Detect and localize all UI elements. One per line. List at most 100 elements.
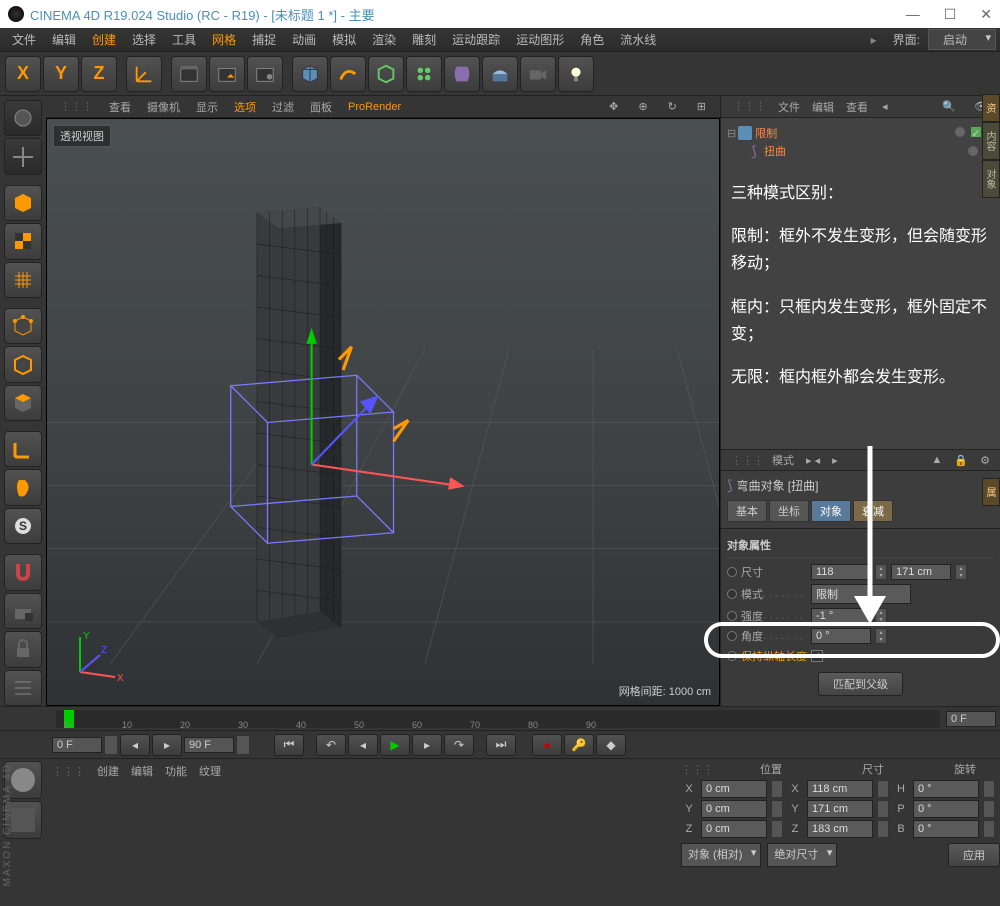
coord-menu-create[interactable]: 创建: [97, 763, 119, 779]
play-button[interactable]: ▶: [380, 734, 410, 756]
search-icon[interactable]: 🔍: [936, 100, 962, 113]
menu-file[interactable]: 文件: [4, 31, 44, 48]
close-button[interactable]: ✕: [980, 6, 992, 23]
coord-menu-func[interactable]: 功能: [165, 763, 187, 779]
workplane-lock-button[interactable]: [4, 593, 42, 629]
prev-frame-button[interactable]: ◂: [348, 734, 378, 756]
spinner[interactable]: [983, 800, 995, 818]
render-region-button[interactable]: [209, 56, 245, 92]
spinner[interactable]: [983, 820, 995, 838]
om-menu-more[interactable]: ◂: [876, 100, 894, 113]
layout-dropdown[interactable]: 启动: [928, 29, 996, 50]
fit-parent-button[interactable]: 匹配到父级: [818, 672, 903, 696]
vtab-4[interactable]: 属: [982, 478, 1000, 506]
size-field[interactable]: [807, 800, 873, 818]
tab-falloff[interactable]: 衰减: [853, 500, 893, 522]
spinner[interactable]: [771, 820, 783, 838]
array-button[interactable]: [406, 56, 442, 92]
viewport[interactable]: 透视视图: [46, 118, 720, 706]
point-mode-button[interactable]: [4, 308, 42, 344]
generator-button[interactable]: [368, 56, 404, 92]
spinner[interactable]: [877, 800, 889, 818]
om-menu-view[interactable]: 查看: [840, 99, 874, 115]
spinner[interactable]: [236, 735, 250, 755]
spinner[interactable]: [771, 800, 783, 818]
spinner[interactable]: ▴▾: [955, 564, 967, 580]
spinner[interactable]: [877, 820, 889, 838]
tab-basic[interactable]: 基本: [727, 500, 767, 522]
size-field[interactable]: [807, 820, 873, 838]
radio-icon[interactable]: [727, 631, 737, 641]
spinner[interactable]: ▴▾: [875, 608, 887, 624]
size-x-field[interactable]: [811, 564, 871, 580]
render-settings-button[interactable]: [247, 56, 283, 92]
vp-menu-options[interactable]: 选项: [226, 99, 264, 115]
menu-sculpt[interactable]: 雕刻: [404, 31, 444, 48]
record-button[interactable]: ●: [532, 734, 562, 756]
expand-icon[interactable]: ⊟: [727, 127, 736, 140]
render-flag[interactable]: ✓: [971, 127, 981, 137]
menu-mograph[interactable]: 运动图形: [508, 31, 572, 48]
step-back-button[interactable]: ↶: [316, 734, 346, 756]
spinner[interactable]: [771, 780, 783, 798]
menu-render[interactable]: 渲染: [364, 31, 404, 48]
grid-snap-button[interactable]: [4, 670, 42, 706]
goto-end-button[interactable]: ⏭: [486, 734, 516, 756]
poly-mode-button[interactable]: [4, 385, 42, 421]
vp-menu-camera[interactable]: 摄像机: [139, 99, 188, 115]
coord-mode1-select[interactable]: 对象 (相对): [681, 843, 761, 867]
pos-field[interactable]: [701, 800, 767, 818]
strength-field[interactable]: [811, 608, 871, 624]
deformer-button[interactable]: [444, 56, 480, 92]
snap-button[interactable]: S: [4, 508, 42, 544]
tab-coord[interactable]: 坐标: [769, 500, 809, 522]
spinner[interactable]: [104, 735, 118, 755]
attr-nav-back[interactable]: ▸ ◂: [802, 454, 824, 467]
rot-field[interactable]: [913, 800, 979, 818]
goto-start-button[interactable]: ⏮: [274, 734, 304, 756]
maximize-button[interactable]: ☐: [944, 6, 957, 23]
move-tool-button[interactable]: [4, 138, 42, 174]
live-select-button[interactable]: [4, 100, 42, 136]
menu-character[interactable]: 角色: [572, 31, 612, 48]
size-y-field[interactable]: [891, 564, 951, 580]
vp-layout-icon[interactable]: ⊞: [689, 100, 714, 113]
step-fwd-button[interactable]: ↷: [444, 734, 474, 756]
menu-pipeline[interactable]: 流水线: [612, 31, 664, 48]
edge-mode-button[interactable]: [4, 346, 42, 382]
keep-checkbox[interactable]: [811, 650, 823, 662]
spinner[interactable]: ▴▾: [875, 628, 887, 644]
coord-system-button[interactable]: [126, 56, 162, 92]
minimize-button[interactable]: —: [906, 6, 920, 23]
apply-button[interactable]: 应用: [948, 843, 1000, 867]
menu-tracker[interactable]: 运动跟踪: [444, 31, 508, 48]
spinner[interactable]: [877, 780, 889, 798]
size-field[interactable]: [807, 780, 873, 798]
magnet-button[interactable]: [4, 554, 42, 590]
menu-mesh[interactable]: 网格: [204, 31, 244, 48]
environment-button[interactable]: [482, 56, 518, 92]
menu-edit[interactable]: 编辑: [44, 31, 84, 48]
attr-nav-fwd[interactable]: ▸: [828, 454, 842, 467]
keyframe-button[interactable]: ◆: [596, 734, 626, 756]
coord-menu-edit[interactable]: 编辑: [131, 763, 153, 779]
tweak-button[interactable]: [4, 469, 42, 505]
vp-nav-icon[interactable]: ✥: [601, 100, 626, 113]
menu-animate[interactable]: 动画: [284, 31, 324, 48]
attr-lock-icon[interactable]: 🔒: [950, 454, 972, 467]
attr-menu-mode[interactable]: 模式: [768, 452, 798, 468]
texture-mode-button[interactable]: [4, 223, 42, 259]
lock-button[interactable]: [4, 631, 42, 667]
radio-icon[interactable]: [727, 589, 737, 599]
model-mode-button[interactable]: [4, 185, 42, 221]
pos-field[interactable]: [701, 780, 767, 798]
axis-x-button[interactable]: X: [5, 56, 41, 92]
vp-menu-prorender[interactable]: ProRender: [340, 101, 409, 113]
menu-tools[interactable]: 工具: [164, 31, 204, 48]
attr-up-icon[interactable]: ▲: [928, 454, 947, 467]
light-button[interactable]: [558, 56, 594, 92]
mode-dropdown[interactable]: 限制: [811, 584, 911, 604]
spinner[interactable]: ▴▾: [875, 564, 887, 580]
om-menu-edit[interactable]: 编辑: [806, 99, 840, 115]
menu-snap[interactable]: 捕捉: [244, 31, 284, 48]
